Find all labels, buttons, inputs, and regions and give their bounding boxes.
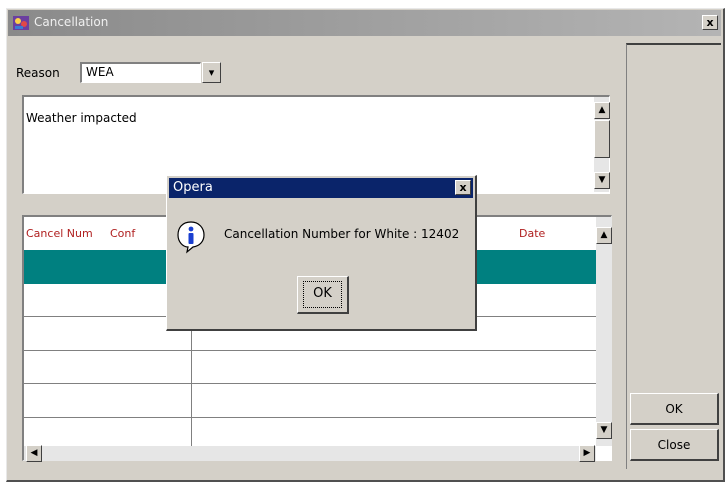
arrow-right-icon: ▶ [583, 448, 591, 458]
table-scroll-down[interactable]: ▼ [596, 422, 612, 439]
table-hscrollbar[interactable] [24, 446, 596, 461]
column-header-date: Date [519, 227, 546, 240]
window-title: Cancellation [34, 15, 109, 29]
table-scroll-up[interactable]: ▲ [596, 227, 612, 244]
table-scroll-left[interactable]: ◀ [26, 445, 42, 462]
table-column-divider [191, 316, 192, 446]
arrow-up-icon: ▲ [600, 230, 608, 240]
description-text: Weather impacted [26, 111, 137, 125]
dialog-title: Opera [173, 180, 213, 195]
title-bar: Cancellation x [8, 10, 721, 36]
focus-rectangle [303, 281, 342, 308]
dialog-ok-button[interactable]: OK [297, 276, 349, 314]
close-button[interactable]: Close [630, 429, 719, 461]
description-scroll-down[interactable]: ▼ [594, 172, 610, 189]
table-row-divider [24, 383, 596, 384]
info-icon [175, 220, 207, 254]
table-row-divider [24, 417, 596, 418]
reason-label: Reason [16, 66, 60, 80]
description-scroll-thumb[interactable] [594, 120, 610, 158]
close-icon: x [706, 16, 714, 29]
close-icon: x [459, 181, 467, 194]
column-header-cancel-num: Cancel Num [26, 227, 93, 240]
dialog-message: Cancellation Number for White : 12402 [224, 227, 460, 241]
table-vscrollbar[interactable] [596, 217, 612, 446]
table-scroll-right[interactable]: ▶ [579, 445, 595, 462]
arrow-left-icon: ◀ [30, 448, 38, 458]
description-scroll-up[interactable]: ▲ [594, 102, 610, 119]
chevron-down-icon: ▾ [208, 66, 215, 79]
table-row-divider [24, 350, 596, 351]
ok-button[interactable]: OK [630, 393, 719, 425]
window-close-button[interactable]: x [702, 15, 718, 30]
message-dialog: Opera x Cancellation Number for White : … [166, 175, 477, 331]
dialog-close-button[interactable]: x [455, 180, 471, 195]
dialog-title-bar: Opera x [169, 178, 473, 198]
arrow-up-icon: ▲ [598, 105, 606, 115]
arrow-down-icon: ▼ [600, 425, 608, 435]
reason-dropdown-button[interactable]: ▾ [202, 62, 221, 83]
reason-select[interactable]: WEA [80, 62, 201, 83]
column-header-conf: Conf [110, 227, 136, 240]
app-icon [12, 14, 30, 32]
arrow-down-icon: ▼ [598, 175, 606, 185]
